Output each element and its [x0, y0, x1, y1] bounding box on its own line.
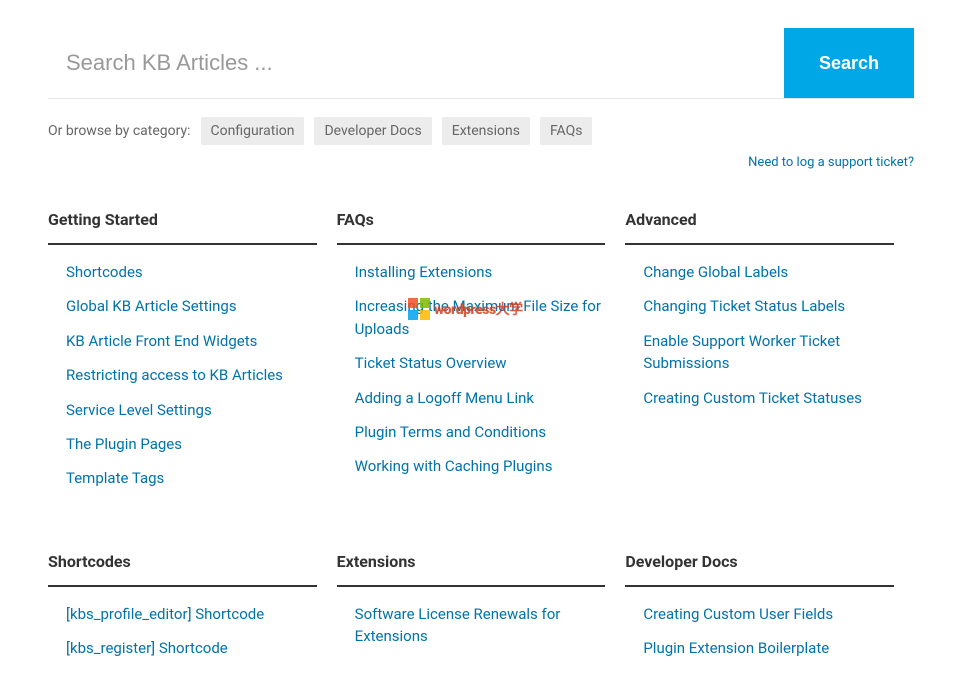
- kb-row-1: Getting Started Shortcodes Global KB Art…: [48, 210, 914, 502]
- article-list: Installing Extensions Increasing the Max…: [337, 261, 606, 478]
- article-list: [kbs_profile_editor] Shortcode [kbs_regi…: [48, 603, 317, 660]
- article-link[interactable]: Service Level Settings: [66, 401, 212, 419]
- category-developer-docs[interactable]: Developer Docs: [314, 117, 431, 145]
- search-button[interactable]: Search: [784, 28, 914, 98]
- col-advanced: Advanced Change Global Labels Changing T…: [625, 210, 914, 502]
- section-title: Extensions: [337, 552, 606, 587]
- article-link[interactable]: Enable Support Worker Ticket Submissions: [643, 332, 840, 372]
- article-link[interactable]: Shortcodes: [66, 263, 143, 281]
- article-link[interactable]: Creating Custom Ticket Statuses: [643, 389, 862, 407]
- article-link[interactable]: Ticket Status Overview: [355, 354, 507, 372]
- article-link[interactable]: Plugin Terms and Conditions: [355, 423, 547, 441]
- browse-label: Or browse by category:: [48, 123, 191, 139]
- article-list: Shortcodes Global KB Article Settings KB…: [48, 261, 317, 490]
- search-input[interactable]: [48, 28, 784, 98]
- col-shortcodes: Shortcodes [kbs_profile_editor] Shortcod…: [48, 552, 337, 672]
- support-link-row: Need to log a support ticket?: [48, 151, 914, 170]
- category-configuration[interactable]: Configuration: [201, 117, 305, 145]
- article-link[interactable]: Creating Custom User Fields: [643, 605, 833, 623]
- article-link[interactable]: Restricting access to KB Articles: [66, 366, 283, 384]
- article-link[interactable]: Changing Ticket Status Labels: [643, 297, 845, 315]
- col-developer-docs: Developer Docs Creating Custom User Fiel…: [625, 552, 914, 672]
- article-link[interactable]: Adding a Logoff Menu Link: [355, 389, 534, 407]
- category-extensions[interactable]: Extensions: [442, 117, 530, 145]
- section-title: Developer Docs: [625, 552, 894, 587]
- article-link[interactable]: Plugin Extension Boilerplate: [643, 639, 829, 657]
- article-link[interactable]: Template Tags: [66, 469, 164, 487]
- article-list: Creating Custom User Fields Plugin Exten…: [625, 603, 894, 660]
- article-link[interactable]: KB Article Front End Widgets: [66, 332, 257, 350]
- browse-row: Or browse by category: Configuration Dev…: [48, 117, 914, 145]
- article-list: Change Global Labels Changing Ticket Sta…: [625, 261, 894, 409]
- article-link[interactable]: [kbs_register] Shortcode: [66, 639, 228, 657]
- section-title: FAQs: [337, 210, 606, 245]
- support-ticket-link[interactable]: Need to log a support ticket?: [748, 155, 914, 170]
- kb-row-2: Shortcodes [kbs_profile_editor] Shortcod…: [48, 552, 914, 672]
- category-faqs[interactable]: FAQs: [540, 117, 593, 145]
- article-link[interactable]: [kbs_profile_editor] Shortcode: [66, 605, 264, 623]
- search-bar: Search: [48, 28, 914, 99]
- article-list: Software License Renewals for Extensions: [337, 603, 606, 648]
- article-link[interactable]: Installing Extensions: [355, 263, 493, 281]
- section-title: Shortcodes: [48, 552, 317, 587]
- col-faqs: FAQs Installing Extensions Increasing th…: [337, 210, 626, 502]
- section-title: Advanced: [625, 210, 894, 245]
- article-link[interactable]: The Plugin Pages: [66, 435, 182, 453]
- article-link[interactable]: Working with Caching Plugins: [355, 457, 553, 475]
- article-link[interactable]: Software License Renewals for Extensions: [355, 605, 561, 645]
- col-extensions: Extensions Software License Renewals for…: [337, 552, 626, 672]
- article-link[interactable]: Change Global Labels: [643, 263, 788, 281]
- article-link[interactable]: Global KB Article Settings: [66, 297, 237, 315]
- col-getting-started: Getting Started Shortcodes Global KB Art…: [48, 210, 337, 502]
- article-link[interactable]: Increasing the Maximum File Size for Upl…: [355, 297, 601, 337]
- section-title: Getting Started: [48, 210, 317, 245]
